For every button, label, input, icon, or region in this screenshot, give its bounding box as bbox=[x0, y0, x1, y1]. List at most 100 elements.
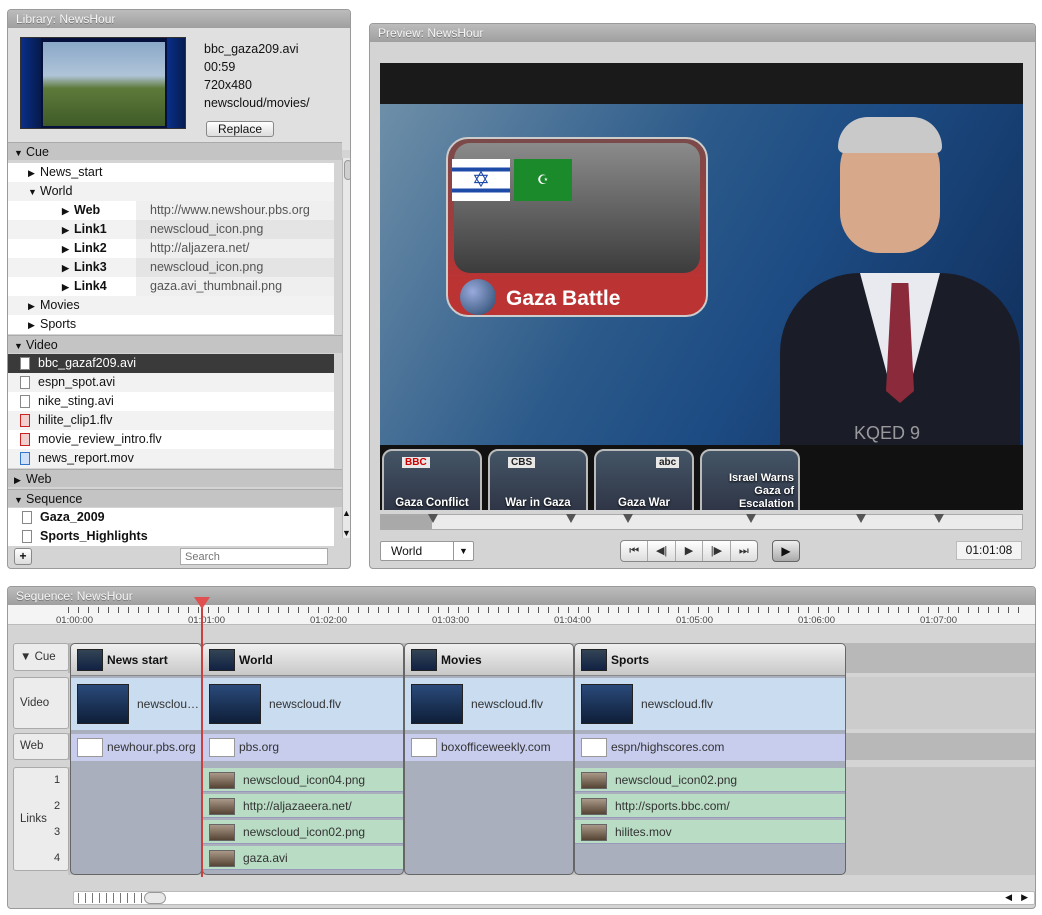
sequence-segment[interactable]: World newscloud.flv pbs.org newscloud_ic… bbox=[202, 643, 404, 875]
segment-link[interactable]: gaza.avi bbox=[203, 846, 403, 870]
step-back-icon[interactable]: ◀| bbox=[648, 541, 676, 561]
sequence-section-header[interactable]: ▼ Sequence bbox=[8, 489, 342, 507]
scroll-down-icon[interactable]: ▼ bbox=[342, 528, 350, 538]
timeline-scrollbar[interactable]: ◀ ▶ bbox=[73, 891, 1035, 905]
scrollbar-thumb[interactable] bbox=[344, 160, 350, 180]
scroll-right-icon[interactable]: ▶ bbox=[1021, 892, 1028, 903]
sequence-item[interactable]: Sports_Highlights bbox=[8, 527, 334, 546]
quicktime-file-icon bbox=[20, 452, 30, 466]
segment-web[interactable]: pbs.org bbox=[203, 734, 403, 761]
segment-cue[interactable]: News start bbox=[71, 644, 201, 676]
asset-thumbnail bbox=[20, 37, 186, 129]
video-thumbnail-icon bbox=[581, 649, 607, 671]
video-item[interactable]: hilite_clip1.flv bbox=[8, 411, 334, 430]
step-forward-icon[interactable]: |▶ bbox=[703, 541, 731, 561]
web-section-header[interactable]: ▶ Web bbox=[8, 469, 342, 487]
world-child-link3[interactable]: ▶ Link3 newscloud_icon.png bbox=[8, 258, 334, 277]
time-ruler[interactable]: 01:00:00 01:01:00 01:02:00 01:03:00 01:0… bbox=[8, 605, 1035, 626]
sequence-segment[interactable]: News start newscloud.flv newhour.pbs.org bbox=[70, 643, 202, 875]
sequence-segment[interactable]: Movies newscloud.flv boxofficeweekly.com bbox=[404, 643, 574, 875]
segment-web[interactable]: newhour.pbs.org bbox=[71, 734, 201, 761]
segment-video[interactable]: newscloud.flv bbox=[575, 678, 845, 730]
loop-icon[interactable]: ▶ bbox=[772, 540, 800, 562]
segment-link[interactable]: newscloud_icon02.png bbox=[203, 820, 403, 844]
related-clips: BBC Gaza Conflict CBS War in Gaza abc Gaza … bbox=[380, 445, 1023, 510]
sequence-panel: Sequence: NewsHour 01:00:00 01:01:00 01:… bbox=[7, 586, 1036, 909]
related-clip[interactable]: CBS War in Gaza bbox=[488, 449, 588, 510]
segment-video[interactable]: newscloud.flv bbox=[203, 678, 403, 730]
image-thumbnail-icon bbox=[209, 772, 235, 789]
chevron-down-icon: ▼ bbox=[453, 542, 473, 560]
related-clip[interactable]: Israel Warns Gaza of Escalation bbox=[700, 449, 800, 510]
sequence-item[interactable]: Gaza_2009 bbox=[8, 508, 334, 527]
skip-end-icon[interactable]: ⏭ bbox=[731, 541, 757, 561]
cue-section-header[interactable]: ▼ Cue bbox=[8, 142, 342, 160]
scroll-left-icon[interactable]: ◀ bbox=[1005, 892, 1012, 903]
cue-marker bbox=[428, 514, 438, 523]
segment-link[interactable]: http://sports.bbc.com/ bbox=[575, 794, 845, 818]
video-item[interactable]: movie_review_intro.flv bbox=[8, 430, 334, 449]
segment-web[interactable]: boxofficeweekly.com bbox=[405, 734, 573, 761]
row-label-web: Web bbox=[13, 733, 69, 760]
world-child-link2[interactable]: ▶ Link2 http://aljazera.net/ bbox=[8, 239, 334, 258]
segment-link[interactable]: http://aljazaeera.net/ bbox=[203, 794, 403, 818]
skip-start-icon[interactable]: ⏮ bbox=[621, 541, 649, 561]
play-icon[interactable]: ▶ bbox=[676, 541, 704, 561]
expand-icon: ▶ bbox=[28, 320, 35, 330]
israel-flag-icon: ✡ bbox=[452, 159, 510, 201]
video-section-header[interactable]: ▼ Video bbox=[8, 335, 342, 353]
segment-link[interactable]: newscloud_icon04.png bbox=[203, 768, 403, 792]
playback-progress bbox=[381, 515, 433, 529]
expand-icon: ▶ bbox=[28, 168, 35, 178]
segment-web[interactable]: espn/highscores.com bbox=[575, 734, 845, 761]
link-numbers: 1 2 3 4 bbox=[54, 774, 61, 864]
flash-file-icon bbox=[20, 414, 30, 428]
image-thumbnail-icon bbox=[581, 824, 607, 841]
file-icon bbox=[22, 511, 32, 525]
add-button[interactable]: + bbox=[14, 548, 32, 565]
library-scrollbar[interactable] bbox=[342, 158, 350, 538]
world-child-link1[interactable]: ▶ Link1 newscloud_icon.png bbox=[8, 220, 334, 239]
sequence-segment[interactable]: Sports newscloud.flv espn/highscores.com… bbox=[574, 643, 846, 875]
segment-link[interactable]: hilites.mov bbox=[575, 820, 845, 844]
related-clip[interactable]: BBC Gaza Conflict bbox=[382, 449, 482, 510]
playhead[interactable] bbox=[194, 597, 210, 877]
video-item[interactable]: news_report.mov bbox=[8, 449, 334, 468]
video-item[interactable]: nike_sting.avi bbox=[8, 392, 334, 411]
cue-item-world[interactable]: ▼ World bbox=[8, 182, 334, 201]
video-item[interactable]: espn_spot.avi bbox=[8, 373, 334, 392]
cue-item-sports[interactable]: ▶ Sports bbox=[8, 315, 334, 334]
segment-cue[interactable]: Movies bbox=[405, 644, 573, 676]
video-item[interactable]: bbc_gazaf209.avi bbox=[8, 354, 334, 373]
cue-marker bbox=[746, 514, 756, 523]
segment-cue[interactable]: World bbox=[203, 644, 403, 676]
replace-button[interactable]: Replace bbox=[206, 121, 274, 137]
cue-select[interactable]: World ▼ bbox=[380, 541, 474, 561]
search-input[interactable] bbox=[180, 548, 328, 565]
segment-video[interactable]: newscloud.flv bbox=[405, 678, 573, 730]
globe-icon bbox=[460, 279, 496, 315]
related-clip[interactable]: abc Gaza War bbox=[594, 449, 694, 510]
scrollbar-thumb[interactable] bbox=[144, 892, 166, 904]
webpage-icon bbox=[77, 738, 103, 757]
image-thumbnail-icon bbox=[581, 798, 607, 815]
video-thumbnail-icon bbox=[411, 684, 463, 724]
row-label-cue[interactable]: ▼ Cue bbox=[13, 643, 69, 671]
asset-path: newscloud/movies/ bbox=[204, 96, 310, 110]
library-asset-info: bbc_gaza209.avi 00:59 720x480 newscloud/… bbox=[8, 28, 350, 150]
cue-item-movies[interactable]: ▶ Movies bbox=[8, 296, 334, 315]
segment-link[interactable]: newscloud_icon02.png bbox=[575, 768, 845, 792]
segment-video[interactable]: newscloud.flv bbox=[71, 678, 201, 730]
sequence-title: Sequence: NewsHour bbox=[8, 587, 1035, 605]
video-frame[interactable]: ✡ ☪ Gaza Battle KQED 9 BBC Gaza Conflict … bbox=[380, 63, 1023, 510]
flash-file-icon bbox=[20, 433, 30, 447]
video-thumbnail-icon bbox=[77, 649, 103, 671]
world-child-web[interactable]: ▶ Web http://www.newshour.pbs.org bbox=[8, 201, 334, 220]
world-child-link4[interactable]: ▶ Link4 gaza.avi_thumbnail.png bbox=[8, 277, 334, 296]
cue-item-news-start[interactable]: ▶ News_start bbox=[8, 163, 334, 182]
segment-cue[interactable]: Sports bbox=[575, 644, 845, 676]
file-icon bbox=[20, 357, 30, 371]
zoom-slider[interactable] bbox=[78, 893, 142, 903]
playback-timeline[interactable] bbox=[380, 514, 1023, 530]
scroll-up-icon[interactable]: ▲ bbox=[342, 508, 350, 518]
